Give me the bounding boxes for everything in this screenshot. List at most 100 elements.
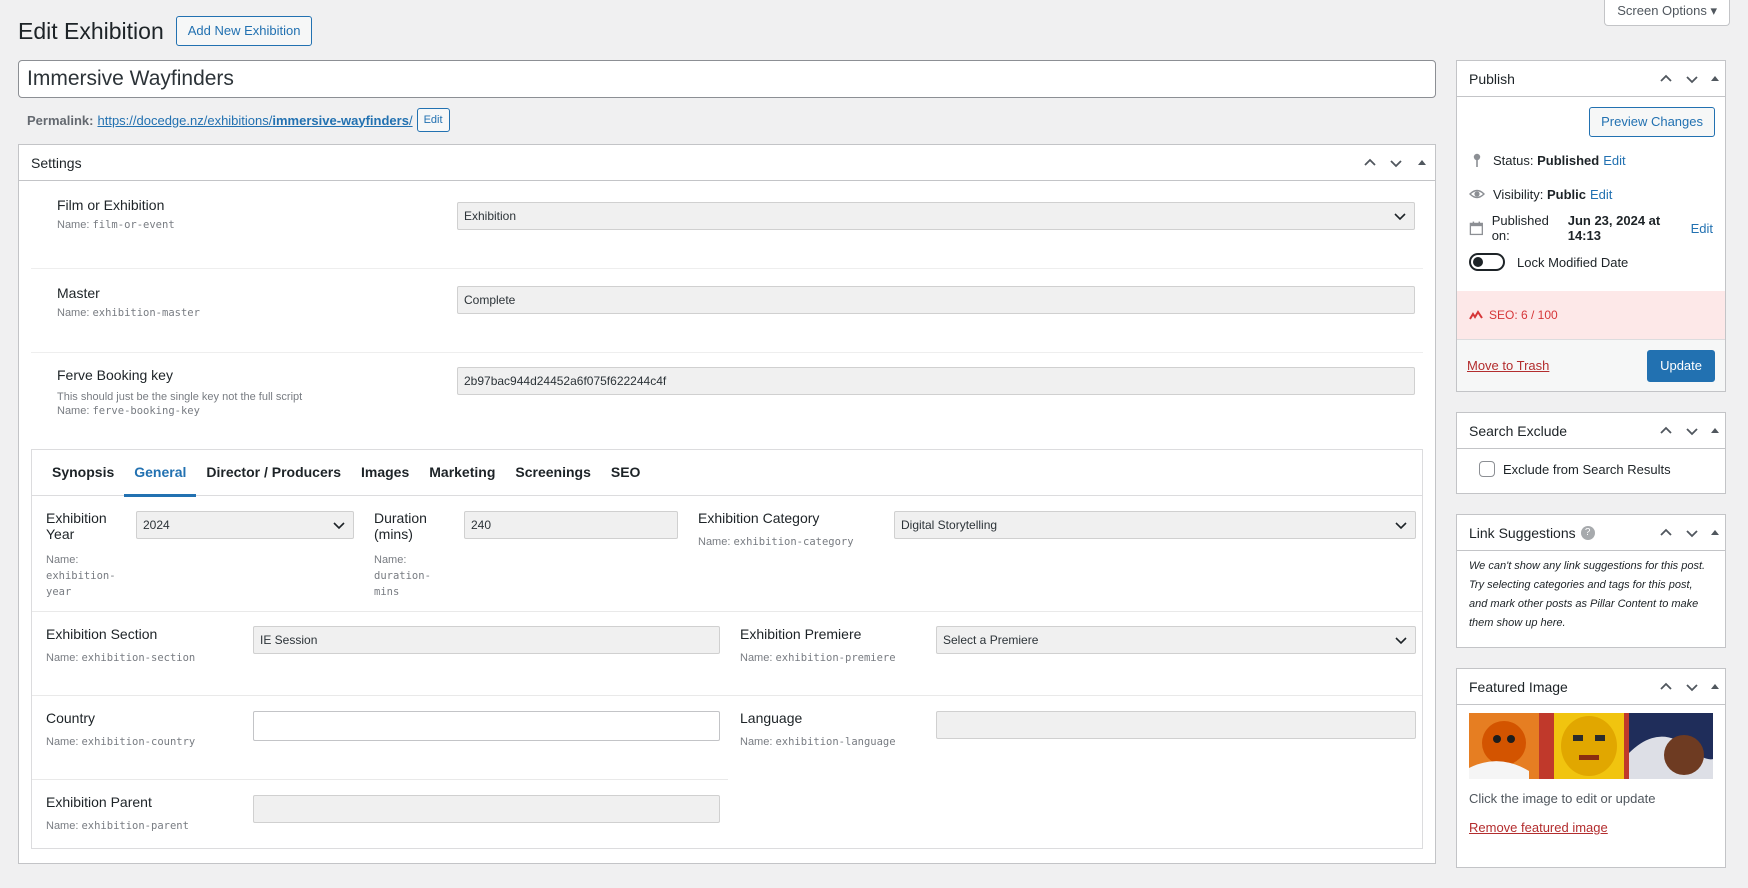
move-up-icon[interactable] — [1357, 145, 1383, 181]
field-name: Name: exhibition-section — [46, 652, 245, 664]
published-value: Jun 23, 2024 at 14:13 — [1567, 213, 1661, 243]
page-title: Edit Exhibition — [18, 17, 164, 44]
featured-image-metabox: Featured Image Click the image to edit o… — [1456, 668, 1726, 868]
move-down-icon[interactable] — [1679, 669, 1705, 705]
field-name-value: duration-mins — [374, 570, 431, 598]
film-or-exhibition-select[interactable]: Exhibition — [457, 202, 1415, 230]
featured-image-thumbnail[interactable] — [1469, 713, 1713, 779]
post-title-input[interactable]: Immersive Wayfinders — [18, 60, 1436, 98]
published-label: Published on: — [1491, 213, 1549, 243]
permalink-link[interactable]: https://docedge.nz/exhibitions/immersive… — [97, 113, 412, 128]
field-label: Ferve Booking key — [57, 367, 173, 383]
featured-image-header: Featured Image — [1457, 669, 1725, 705]
duration-input[interactable]: 240 — [464, 511, 678, 539]
collapse-toggle-icon[interactable] — [1705, 669, 1725, 705]
field-label: Master — [57, 285, 100, 301]
publish-misc: Status: Published Edit Visibility: Publi… — [1457, 137, 1725, 285]
tab-screenings[interactable]: Screenings — [505, 450, 600, 496]
seo-score-text: SEO: 6 / 100 — [1489, 308, 1558, 322]
featured-image-title: Featured Image — [1469, 678, 1568, 695]
status-value: Published — [1537, 152, 1600, 168]
settings-title: Settings — [31, 154, 82, 171]
collapse-toggle-icon[interactable] — [1705, 61, 1725, 97]
tab-general[interactable]: General — [124, 450, 197, 497]
move-up-icon[interactable] — [1653, 61, 1679, 97]
remove-featured-image-link[interactable]: Remove featured image — [1469, 820, 1608, 835]
field-name-value: exhibition-category — [733, 536, 854, 548]
move-up-icon[interactable] — [1653, 413, 1679, 449]
status-edit-link[interactable]: Edit — [1603, 153, 1625, 168]
move-down-icon[interactable] — [1383, 145, 1409, 181]
exhibition-year-select[interactable]: 2024 — [136, 511, 354, 539]
permalink-edit-button[interactable]: Edit — [416, 108, 450, 132]
exhibition-parent-input[interactable] — [253, 795, 720, 823]
seo-score: SEO: 6 / 100 — [1457, 291, 1725, 339]
lock-modified-toggle[interactable] — [1469, 253, 1505, 271]
field-name-label: Name: — [740, 736, 773, 748]
preview-changes-button[interactable]: Preview Changes — [1589, 107, 1715, 137]
duration-label-cell: Duration (mins) Name: duration-mins — [362, 496, 464, 611]
help-icon[interactable]: ? — [1580, 525, 1595, 540]
pin-icon — [1473, 153, 1481, 167]
calendar-icon — [1469, 221, 1483, 236]
language-input[interactable] — [936, 711, 1416, 739]
collapse-toggle-icon[interactable] — [1409, 145, 1435, 181]
field-label: Exhibition Category — [698, 510, 820, 526]
chevron-down-icon — [1395, 637, 1407, 645]
tab-synopsis[interactable]: Synopsis — [42, 450, 124, 496]
field-label: Language — [740, 710, 803, 726]
visibility-edit-link[interactable]: Edit — [1590, 187, 1612, 202]
screen-options-button[interactable]: Screen Options ▾ — [1604, 0, 1730, 26]
select-value: Digital Storytelling — [901, 518, 998, 532]
page-header: Edit Exhibition Add New Exhibition — [18, 16, 313, 46]
link-suggestions-metabox: Link Suggestions? We can't show any link… — [1456, 514, 1726, 648]
country-input[interactable] — [253, 711, 720, 741]
field-name: Name: exhibition-premiere — [740, 652, 928, 664]
collapse-toggle-icon[interactable] — [1705, 413, 1725, 449]
move-down-icon[interactable] — [1679, 413, 1705, 449]
add-new-exhibition-button[interactable]: Add New Exhibition — [175, 16, 313, 46]
field-label-line-1: Duration — [374, 510, 427, 526]
settings-header: Settings — [19, 145, 1435, 181]
field-name-label: Name: — [46, 736, 79, 748]
chevron-down-icon — [1395, 522, 1407, 530]
field-description: This should just be the single key not t… — [57, 391, 303, 403]
field-name: Name: ferve-booking-key — [57, 405, 457, 417]
field-name-value-1: exhibition- — [46, 570, 116, 582]
update-button[interactable]: Update — [1647, 349, 1715, 382]
move-up-icon[interactable] — [1653, 515, 1679, 551]
permalink-label: Permalink: — [27, 112, 94, 128]
collapse-toggle-icon[interactable] — [1705, 515, 1725, 551]
field-label: Exhibition Parent — [46, 794, 152, 810]
featured-image-caption: Click the image to edit or update — [1469, 791, 1656, 806]
exclude-checkbox[interactable] — [1479, 461, 1495, 477]
move-down-icon[interactable] — [1679, 515, 1705, 551]
move-up-icon[interactable] — [1653, 669, 1679, 705]
premiere-label-cell: Exhibition Premiere Name: exhibition-pre… — [728, 612, 936, 695]
tab-director-producers[interactable]: Director / Producers — [196, 450, 351, 496]
field-name: Name: exhibition-language — [740, 736, 928, 748]
field-name-value: exhibition-parent — [81, 820, 189, 832]
field-label: Exhibition Section — [46, 626, 158, 642]
tab-marketing[interactable]: Marketing — [419, 450, 505, 496]
exhibition-section-input[interactable]: IE Session — [253, 626, 720, 654]
master-input[interactable]: Complete — [457, 286, 1415, 314]
tab-images[interactable]: Images — [351, 450, 419, 496]
ferve-booking-key-input[interactable]: 2b97bac944d24452a6f075f622244c4f — [457, 367, 1415, 395]
field-name-value: exhibition-country — [81, 736, 196, 748]
move-down-icon[interactable] — [1679, 61, 1705, 97]
exhibition-category-select[interactable]: Digital Storytelling — [894, 511, 1416, 539]
exhibition-premiere-select[interactable]: Select a Premiere — [936, 626, 1416, 654]
field-name: Name: exhibition-parent — [46, 820, 245, 832]
settings-metabox: Settings Film or Exhibition Name: film-o… — [18, 144, 1436, 864]
exclude-label: Exclude from Search Results — [1503, 461, 1671, 477]
publish-header: Publish — [1457, 61, 1725, 97]
move-to-trash-link[interactable]: Move to Trash — [1467, 358, 1549, 373]
field-ferve-booking-key: Ferve Booking key This should just be th… — [31, 353, 1423, 437]
field-label: Exhibition Year — [46, 510, 107, 542]
select-value: Select a Premiere — [943, 633, 1039, 647]
tab-seo[interactable]: SEO — [601, 450, 651, 496]
published-edit-link[interactable]: Edit — [1691, 221, 1713, 236]
search-exclude-title: Search Exclude — [1469, 422, 1568, 439]
language-label-cell: Language Name: exhibition-language — [728, 696, 936, 780]
